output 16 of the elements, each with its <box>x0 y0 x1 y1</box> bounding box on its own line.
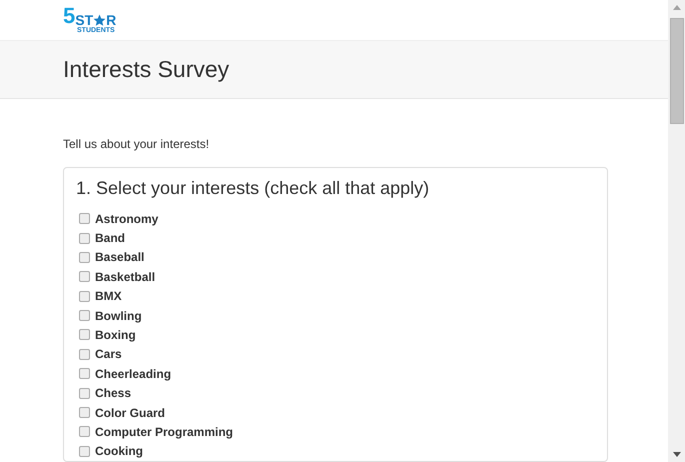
option-label[interactable]: Band <box>95 231 125 245</box>
intro-text: Tell us about your interests! <box>63 136 210 151</box>
option-label[interactable]: Basketball <box>95 270 156 284</box>
option-label[interactable]: Color Guard <box>95 406 166 420</box>
option-label[interactable]: Boxing <box>95 328 136 342</box>
question-title: 1. Select your interests (check all that apply) <box>76 178 430 199</box>
page-title: Interests Survey <box>63 56 230 83</box>
option-label[interactable]: Baseball <box>95 250 144 264</box>
option-label[interactable]: Cheerleading <box>95 366 172 381</box>
option-label[interactable]: Chess <box>95 386 132 400</box>
option-label[interactable]: Cars <box>95 347 122 362</box>
option-label[interactable]: Bowling <box>95 308 142 323</box>
option-label[interactable]: Cooking <box>95 444 143 458</box>
option-label[interactable]: Astronomy <box>95 212 158 226</box>
option-label[interactable]: BMX <box>95 289 122 304</box>
option-label[interactable]: Computer Programming <box>95 424 234 439</box>
